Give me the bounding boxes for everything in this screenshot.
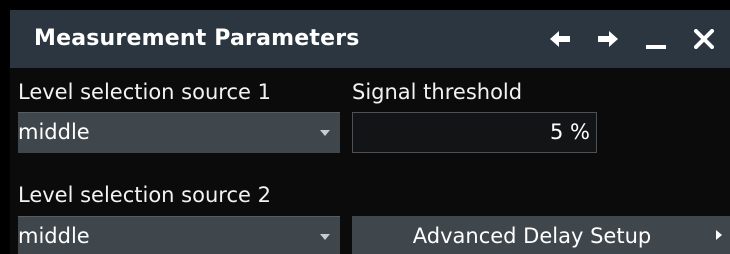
close-icon[interactable] [690,26,718,52]
minimize-icon[interactable] [642,26,670,52]
dialog-title-bar[interactable]: Measurement Parameters [10,10,730,68]
chevron-right-icon [716,230,722,240]
advanced-delay-setup-label: Advanced Delay Setup [412,224,652,248]
level-source-1-dropdown[interactable]: middle [18,112,340,153]
arrow-right-icon[interactable] [594,26,622,52]
signal-threshold-value: 5 % [550,120,590,144]
level-source-2-dropdown[interactable]: middle [18,216,340,254]
level-source-1-value: middle [18,120,90,144]
chevron-down-icon [320,234,330,240]
chevron-down-icon [320,130,330,136]
signal-threshold-label: Signal threshold [352,80,523,104]
signal-threshold-input[interactable]: 5 % [352,112,597,153]
level-source-1-label: Level selection source 1 [18,80,271,104]
arrow-left-icon[interactable] [546,26,574,52]
advanced-delay-setup-button[interactable]: Advanced Delay Setup [352,216,730,254]
level-source-2-label: Level selection source 2 [18,183,271,207]
level-source-2-value: middle [18,224,90,248]
dialog-title: Measurement Parameters [34,26,360,51]
